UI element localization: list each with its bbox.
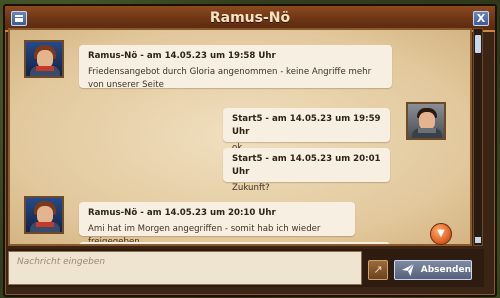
message-bubble: Start5 - am 14.05.23 um 20:01 Uhr Zukunf… — [223, 148, 390, 193]
scroll-thumb[interactable] — [475, 35, 481, 53]
chat-scrollbar[interactable] — [473, 28, 483, 246]
scroll-to-bottom-button[interactable]: ▼ — [430, 223, 452, 245]
message-bubble: Start5 - am 14.05.23 um 19:59 Uhr ok — [223, 108, 390, 153]
attach-icon: ↗ — [373, 263, 383, 276]
message-text: Zukunft? — [232, 183, 270, 193]
message-bubble: Ramus-Nö - am 14.05.23 um 19:58 Uhr Frie… — [79, 45, 392, 90]
message-header: Ramus-Nö - am 14.05.23 um 20:10 Uhr — [88, 208, 276, 218]
chevron-down-icon: ▼ — [437, 228, 445, 239]
message-header: Start5 - am 14.05.23 um 20:01 Uhr — [232, 154, 381, 177]
message-header: Start5 - am 14.05.23 um 19:59 Uhr — [232, 114, 381, 137]
avatar-ramus — [24, 40, 64, 78]
message-list[interactable]: Ramus-Nö - am 14.05.23 um 19:58 Uhr Frie… — [8, 28, 472, 246]
message-header: Ramus-Nö - am 14.05.23 um 19:58 Uhr — [88, 51, 276, 61]
send-label: Absenden — [420, 265, 471, 275]
avatar-ramus — [24, 196, 64, 234]
close-icon: X — [476, 12, 486, 25]
avatar-start5 — [406, 102, 446, 140]
scroll-end — [475, 237, 481, 243]
message-text: Friedensangebot durch Gloria angenommen … — [88, 67, 372, 90]
message-input[interactable]: Nachricht eingeben — [8, 251, 362, 285]
attach-button[interactable]: ↗ — [368, 260, 388, 280]
paper-plane-icon — [401, 263, 415, 277]
message-input-placeholder: Nachricht eingeben — [17, 257, 106, 267]
close-button[interactable]: X — [473, 11, 489, 26]
message-bubble: Ramus-Nö - am 14.05.23 um 20:10 Uhr Ami … — [79, 202, 355, 244]
message-bubble-partial — [79, 242, 229, 244]
window-title: Ramus-Nö — [209, 10, 291, 26]
message-bubble-partial — [223, 242, 390, 244]
send-button[interactable]: Absenden — [394, 260, 472, 280]
